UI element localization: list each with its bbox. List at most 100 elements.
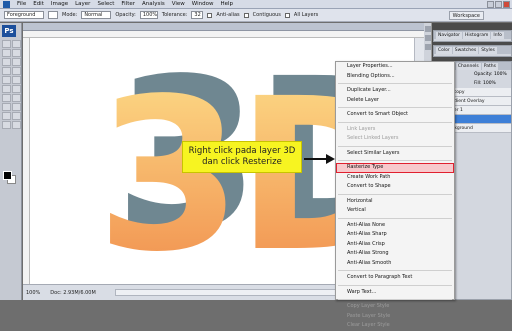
magic-wand-tool-icon[interactable] xyxy=(12,49,21,57)
menu-analysis[interactable]: Analysis xyxy=(142,0,165,9)
menu-item-link-layers: Link Layers xyxy=(347,125,376,132)
menu-filter[interactable]: Filter xyxy=(121,0,135,9)
gradient-tool-icon[interactable] xyxy=(12,85,21,93)
menu-item-rasterize-type[interactable]: Rasterize Type xyxy=(336,163,454,173)
panel-brush-icon[interactable] xyxy=(425,35,431,41)
ps-logo: Ps xyxy=(2,25,16,37)
menu-bar: File Edit Image Layer Select Filter Anal… xyxy=(0,0,512,9)
tab-paths[interactable]: Paths xyxy=(481,62,498,70)
menu-image[interactable]: Image xyxy=(51,0,68,9)
menu-edit[interactable]: Edit xyxy=(33,0,44,9)
eraser-tool-icon[interactable] xyxy=(2,85,11,93)
all-layers-checkbox[interactable] xyxy=(284,12,290,18)
layer-fill-field[interactable]: 100% xyxy=(483,81,496,86)
marquee-tool-icon[interactable] xyxy=(12,40,21,48)
path-select-tool-icon[interactable] xyxy=(2,112,11,120)
shape-tool-icon[interactable] xyxy=(12,112,21,120)
menu-window[interactable]: Window xyxy=(192,0,214,9)
menu-item-horizontal[interactable]: Horizontal xyxy=(336,197,454,207)
menu-item-select-similar-layers[interactable]: Select Similar Layers xyxy=(336,149,454,159)
move-tool-icon[interactable] xyxy=(2,40,11,48)
antialias-checkbox[interactable] xyxy=(207,12,213,18)
menu-layer[interactable]: Layer xyxy=(75,0,90,9)
layer-opacity-label: Opacity: xyxy=(474,72,493,77)
type-tool-icon[interactable] xyxy=(12,103,21,111)
tab-color[interactable]: Color xyxy=(436,46,452,54)
opacity-label: Opacity: xyxy=(115,12,136,18)
tolerance-label: Tolerance: xyxy=(161,12,188,18)
options-bar: Foreground Mode: Normal Opacity: 100% To… xyxy=(0,9,512,22)
zoom-readout[interactable]: 100% xyxy=(26,290,40,296)
dodge-tool-icon[interactable] xyxy=(12,94,21,102)
mode-select[interactable]: Normal xyxy=(81,11,112,19)
tab-navigator[interactable]: Navigator xyxy=(436,31,463,39)
menu-item-anti-alias-crisp[interactable]: Anti-Alias Crisp xyxy=(336,240,454,250)
layer-opacity-field[interactable]: 100% xyxy=(494,72,507,77)
tab-styles[interactable]: Styles xyxy=(479,46,497,54)
tolerance-field[interactable]: 32 xyxy=(191,11,204,19)
healing-tool-icon[interactable] xyxy=(2,67,11,75)
menu-view[interactable]: View xyxy=(172,0,185,9)
menu-item-warp-text[interactable]: Warp Text... xyxy=(336,288,454,298)
menu-item-create-work-path[interactable]: Create Work Path xyxy=(336,173,454,183)
menu-item-layer-properties[interactable]: Layer Properties... xyxy=(336,62,454,72)
blur-tool-icon[interactable] xyxy=(2,94,11,102)
menu-item-convert-to-paragraph-text[interactable]: Convert to Paragraph Text xyxy=(336,273,454,283)
menu-item-clear-layer-style: Clear Layer Style xyxy=(347,322,390,328)
workspace-button[interactable]: Workspace xyxy=(448,11,484,20)
menu-item-select-linked-layers: Select Linked Layers xyxy=(347,135,399,141)
lasso-tool-icon[interactable] xyxy=(2,49,11,57)
menu-file[interactable]: File xyxy=(17,0,26,9)
menu-item-anti-alias-none[interactable]: Anti-Alias None xyxy=(336,221,454,231)
menu-item-anti-alias-smooth[interactable]: Anti-Alias Smooth xyxy=(336,259,454,269)
close-button[interactable] xyxy=(503,1,510,8)
brush-tool-icon[interactable] xyxy=(12,67,21,75)
minimize-button[interactable] xyxy=(487,1,494,8)
history-brush-tool-icon[interactable] xyxy=(12,76,21,84)
app-icon xyxy=(3,0,10,8)
panel-collapse-icon[interactable] xyxy=(425,26,431,32)
antialias-label: Anti-alias xyxy=(216,12,240,18)
menu-item-delete-layer[interactable]: Delete Layer xyxy=(336,96,454,106)
ruler-vertical xyxy=(23,38,30,284)
menu-select[interactable]: Select xyxy=(97,0,114,9)
callout-line-2: dan click Resterize xyxy=(202,157,282,167)
menu-item-vertical[interactable]: Vertical xyxy=(336,206,454,216)
zoom-tool-icon[interactable] xyxy=(12,121,21,129)
menu-item-convert-to-smart-object[interactable]: Convert to Smart Object xyxy=(336,110,454,120)
menu-item-copy-layer-style: Copy Layer Style xyxy=(347,303,390,309)
menu-item-anti-alias-strong[interactable]: Anti-Alias Strong xyxy=(336,249,454,259)
tab-histogram[interactable]: Histogram xyxy=(463,31,491,39)
menu-item-paste-layer-style: Paste Layer Style xyxy=(347,312,391,319)
foreground-color-swatch[interactable] xyxy=(3,171,12,180)
slice-tool-icon[interactable] xyxy=(12,58,21,66)
tab-swatches[interactable]: Swatches xyxy=(452,46,479,54)
toolbox: Ps xyxy=(0,23,22,300)
opacity-field[interactable]: 100% xyxy=(139,11,158,19)
contiguous-label: Contiguous xyxy=(252,12,281,18)
mode-label: Mode: xyxy=(62,12,78,18)
menu-item-convert-to-shape[interactable]: Convert to Shape xyxy=(336,182,454,192)
arrow-right-icon xyxy=(304,154,335,164)
ruler-horizontal xyxy=(23,31,424,38)
menu-item-blending-options[interactable]: Blending Options... xyxy=(336,72,454,82)
pen-tool-icon[interactable] xyxy=(2,103,11,111)
menu-item-duplicate-layer[interactable]: Duplicate Layer... xyxy=(336,86,454,96)
tab-info[interactable]: Info xyxy=(491,31,504,39)
menu-help[interactable]: Help xyxy=(220,0,233,9)
window-controls xyxy=(487,1,510,8)
doc-size-readout: Doc: 2.93M/6.00M xyxy=(50,289,96,296)
menu-item-anti-alias-sharp[interactable]: Anti-Alias Sharp xyxy=(336,230,454,240)
color-panel: Color Swatches Styles xyxy=(433,45,512,57)
stamp-tool-icon[interactable] xyxy=(2,76,11,84)
panel-clone-icon[interactable] xyxy=(425,44,431,50)
pattern-picker[interactable] xyxy=(48,11,58,19)
maximize-button[interactable] xyxy=(495,1,502,8)
navigator-panel: Navigator Histogram Info xyxy=(433,30,512,42)
crop-tool-icon[interactable] xyxy=(2,58,11,66)
tool-preset-select[interactable]: Foreground xyxy=(4,11,44,19)
tab-channels[interactable]: Channels xyxy=(455,62,481,70)
document-title-bar xyxy=(23,23,424,31)
contiguous-checkbox[interactable] xyxy=(243,12,249,18)
hand-tool-icon[interactable] xyxy=(2,121,11,129)
